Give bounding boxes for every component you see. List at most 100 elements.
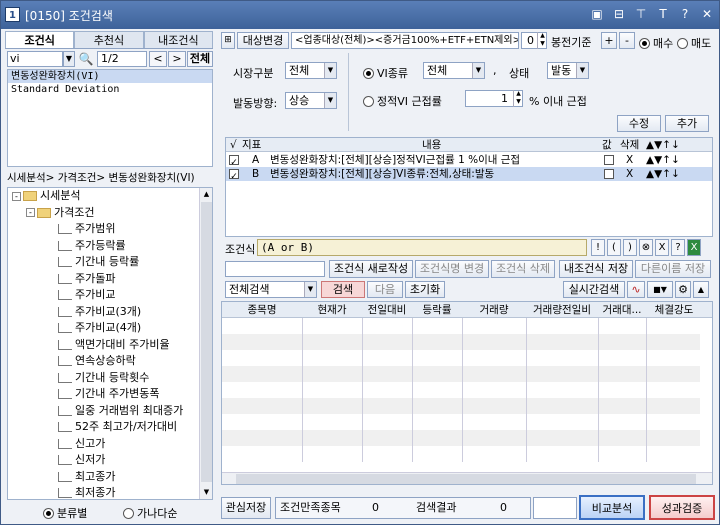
radio-sell[interactable]: 매도 [677, 35, 711, 51]
tree-item[interactable]: 최고종가 [8, 469, 212, 486]
list-item[interactable]: Standard Deviation [8, 83, 212, 96]
collapse-icon[interactable]: ▲ [693, 281, 709, 298]
op-xor-button[interactable]: ⊗ [639, 239, 653, 256]
tree-item[interactable]: 액면가대비 주가비율 [8, 337, 212, 354]
op-open-paren-button[interactable]: ( [607, 239, 621, 256]
next-button[interactable]: 다음 [367, 281, 403, 298]
reset-button[interactable]: 초기화 [405, 281, 445, 298]
tree-item[interactable]: 주가등락률 [8, 238, 212, 255]
save-as-button[interactable]: 다른이름 저장 [635, 260, 711, 278]
window-icon[interactable]: ▣ [589, 6, 605, 22]
op-not-button[interactable]: ! [591, 239, 605, 256]
list-item[interactable]: 변동성완화장치(VI) [8, 70, 212, 83]
result-filter-select[interactable]: 전체검색 ▼ [225, 281, 317, 298]
search-icon[interactable]: 🔍 [78, 51, 94, 67]
op-clear-button[interactable]: X [655, 239, 669, 256]
search-input[interactable]: vi [7, 51, 63, 67]
delete-formula-button[interactable]: 조건식 삭제 [491, 260, 555, 278]
fav-save-button[interactable]: 관심저장 [221, 497, 271, 519]
chart-icon[interactable]: ∿ [627, 281, 645, 298]
tree-item[interactable]: 일중 거래범위 최대증가 [8, 403, 212, 420]
tree-item[interactable]: 주가비교(3개) [8, 304, 212, 321]
radio-by-category[interactable]: 분류별 [43, 505, 87, 521]
tree-item[interactable]: 주가범위 [8, 221, 212, 238]
tree-item[interactable]: 신고가 [8, 436, 212, 453]
scroll-thumb[interactable] [201, 202, 212, 482]
tree-item[interactable]: 신저가 [8, 452, 212, 469]
collapse-toggle-icon[interactable]: - [12, 191, 21, 201]
radio-buy[interactable]: 매수 [639, 35, 673, 51]
spin-arrows-icon[interactable]: ▲ ▼ [537, 32, 547, 49]
table-row[interactable]: ✓ B 변동성완화장치:[전체][상승]VI종류:전체,상태:발동 X ▲▼↑↓ [226, 167, 712, 182]
scroll-up-icon[interactable]: ▲ [200, 188, 212, 201]
prev-page-button[interactable]: < [149, 51, 167, 67]
radio-by-alphabet[interactable]: 가나다순 [123, 505, 177, 521]
op-close-paren-button[interactable]: ) [623, 239, 637, 256]
color-select-icon[interactable]: ■▼ [647, 281, 673, 298]
performance-verify-button[interactable]: 성과검증 [649, 495, 715, 520]
direction-select[interactable]: 상승 ▼ [285, 92, 337, 109]
op-help-button[interactable]: ? [671, 239, 685, 256]
tree-item[interactable]: 기간내 주가변동폭 [8, 386, 212, 403]
collapse-toggle-icon[interactable]: - [26, 208, 35, 217]
scroll-thumb[interactable] [236, 474, 696, 484]
state-select[interactable]: 발동 ▼ [547, 62, 589, 79]
tab-condition[interactable]: 조건식 [5, 31, 75, 48]
tree-item[interactable]: 기간내 등락률 [8, 254, 212, 271]
spin-arrows-icon[interactable]: ▲ ▼ [513, 90, 523, 107]
add-button[interactable]: 추가 [665, 115, 709, 132]
settings-gear-icon[interactable]: ⚙ [675, 281, 691, 298]
tree-scrollbar[interactable]: ▲ ▼ [199, 188, 212, 499]
compare-analysis-button[interactable]: 비교분석 [579, 495, 645, 520]
radio-static-vi[interactable]: 정적VI 근접률 [363, 93, 442, 109]
tree-item[interactable]: 기간내 등락횟수 [8, 370, 212, 387]
tree-item[interactable]: 주가돌파 [8, 271, 212, 288]
excel-icon[interactable]: X [687, 239, 701, 256]
all-button[interactable]: 전체 [187, 51, 213, 67]
condition-name-input[interactable] [225, 261, 325, 277]
tree-item[interactable]: - 가격조건 [8, 205, 212, 222]
rename-button[interactable]: 조건식명 변경 [415, 260, 489, 278]
new-formula-button[interactable]: 조건식 새로작성 [329, 260, 413, 278]
scroll-down-icon[interactable]: ▼ [200, 486, 212, 499]
search-dropdown-arrow[interactable]: ▼ [63, 51, 75, 67]
save-my-condition-button[interactable]: 내조건식 저장 [559, 260, 633, 278]
reorder-arrows-icon[interactable]: ▲▼↑↓ [646, 153, 680, 167]
market-select[interactable]: 전체 ▼ [285, 62, 337, 79]
page-input[interactable]: 1/2 [97, 51, 147, 67]
tree-item[interactable]: 52주 최고가/저가대비 [8, 419, 212, 436]
value-checkbox[interactable] [604, 169, 614, 179]
radio-vi-type[interactable]: VI종류 [363, 65, 408, 81]
title-bar[interactable]: 1 [0150] 조건검색 ▣ ⊟ ⊤ T ? ✕ [1, 1, 719, 29]
next-page-button[interactable]: > [168, 51, 186, 67]
value-checkbox[interactable] [604, 155, 614, 165]
text-icon[interactable]: T [655, 6, 671, 22]
tab-my-condition[interactable]: 내조건식 [143, 31, 213, 48]
minimize-icon[interactable]: ⊟ [611, 6, 627, 22]
tree-item[interactable]: 주가비교 [8, 287, 212, 304]
realtime-search-button[interactable]: 실시간검색 [563, 281, 625, 298]
vi-type-select[interactable]: 전체 ▼ [423, 62, 485, 79]
tree-item[interactable]: 연속상승하락 [8, 353, 212, 370]
tree-item[interactable]: 주가비교(4개) [8, 320, 212, 337]
delete-icon[interactable]: X [626, 153, 633, 167]
tab-recommended[interactable]: 추천식 [74, 31, 144, 48]
reorder-arrows-icon[interactable]: ▲▼↑↓ [646, 167, 680, 181]
target-change-button[interactable]: 대상변경 [237, 32, 289, 49]
delete-icon[interactable]: X [626, 167, 633, 181]
row-checkbox[interactable]: ✓ [229, 169, 239, 182]
formula-input[interactable]: (A or B) [257, 239, 587, 256]
help-icon[interactable]: ? [677, 6, 693, 22]
search-button[interactable]: 검색 [321, 281, 365, 298]
plus-button[interactable]: + [601, 32, 617, 49]
minus-button[interactable]: - [619, 32, 635, 49]
pin-icon[interactable]: ⊤ [633, 6, 649, 22]
table-row[interactable]: ✓ A 변동성완화장치:[전체][상승]정적VI근접률 1 %이내 근접 X ▲… [226, 153, 712, 168]
tree-item[interactable]: - 시세분석 [8, 188, 212, 205]
row-checkbox[interactable]: ✓ [229, 155, 239, 168]
target-icon[interactable]: ⊞ [221, 32, 235, 49]
edit-button[interactable]: 수정 [617, 115, 661, 132]
tree-item[interactable]: 최저종가 [8, 485, 212, 499]
close-icon[interactable]: ✕ [699, 6, 715, 22]
result-scrollbar[interactable] [222, 472, 712, 484]
